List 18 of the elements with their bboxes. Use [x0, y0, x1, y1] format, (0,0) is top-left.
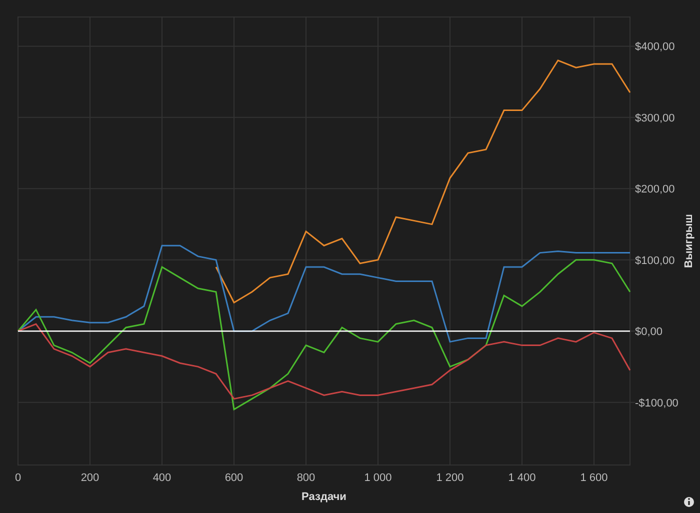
- axis-tick-label: 600: [224, 472, 244, 484]
- axis-tick-label: 1 600: [580, 472, 608, 484]
- axis-tick-label: $0,00: [635, 326, 663, 338]
- axis-tick-label: $100,00: [635, 254, 675, 267]
- axis-tick-label: $200,00: [635, 184, 675, 196]
- axis-tick-label: $400,00: [635, 41, 675, 54]
- axis-title: Раздачи: [302, 491, 346, 503]
- axis-tick-label: 400: [152, 472, 172, 484]
- axis-tick-label: 0: [14, 472, 22, 484]
- axis-tick-label: -$100,00: [635, 397, 678, 410]
- axis-tick-label: 200: [80, 472, 100, 484]
- axis-title: Выигрыш: [683, 214, 695, 268]
- axis-tick-label: $300,00: [635, 112, 675, 124]
- info-icon[interactable]: [684, 497, 694, 507]
- axis-tick-label: 1 000: [364, 472, 392, 484]
- axis-tick-label: 800: [296, 472, 316, 484]
- axis-tick-label: 1 200: [436, 472, 464, 484]
- axis-tick-label: 1 400: [508, 472, 536, 484]
